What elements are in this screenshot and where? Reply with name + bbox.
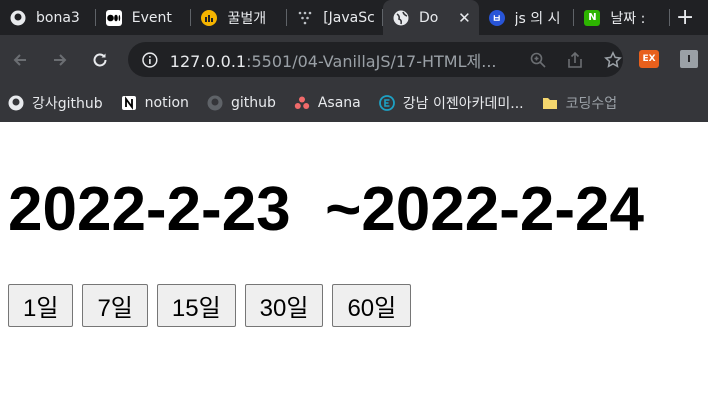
bookmark-asana[interactable]: Asana [294,95,361,111]
tab-event[interactable]: Event [96,0,192,35]
back-arrow-icon [13,53,26,66]
tab-date[interactable]: N 날짜 : [574,0,670,35]
bookmark-label: 강남 이젠아카데미... [402,96,524,112]
reload-button[interactable] [80,40,120,80]
tab-title: [JavaSc [323,9,375,26]
url-host: 127.0.0.1 [169,51,247,71]
bookmark-label: 코딩수업 [565,96,618,112]
extension-i-icon[interactable]: I [680,50,698,68]
bookmark-label: Asana [317,95,361,111]
velog-icon: ㅂ [488,9,505,26]
medium-icon [105,9,122,26]
back-button[interactable] [0,40,40,80]
close-icon[interactable]: ✕ [458,9,471,27]
bee-icon [201,9,218,26]
tab-active[interactable]: Do ✕ [382,0,479,35]
7-day-button[interactable]: 7일 [82,284,148,327]
asana-icon [294,95,310,111]
notion-icon [121,95,137,111]
tab-title: Do [418,9,439,26]
bookmark-star-icon[interactable] [603,50,623,70]
tab-bee[interactable]: 꿀벌개 [191,0,287,35]
bookmark-label: notion [144,95,189,111]
60-day-button[interactable]: 60일 [332,284,412,327]
date-range-heading: 2022-2-23 ~2022-2-24 [8,175,644,244]
new-tab-button[interactable]: + [670,0,700,35]
tab-title: js 의 시 [514,10,561,27]
tab-strip: bona3 Event 꿀벌개 [JavaSc Do ✕ ㅂ js 의 시 N … [0,0,708,35]
zoom-icon[interactable] [528,50,548,70]
tab-javascript[interactable]: [JavaSc [287,0,383,35]
15-day-button[interactable]: 15일 [156,284,236,327]
bookmark-label: 강사github [32,96,103,112]
tab-title: 꿀벌개 [227,10,267,27]
github-icon [207,95,223,111]
bookmark-instructor-github[interactable]: 강사github [8,93,103,113]
1-day-button[interactable]: 1일 [8,284,74,327]
naver-icon: N [584,9,601,26]
url-text: 127.0.0.1:5501/04-VanillaJS/17-HTML제... [170,48,510,72]
tab-title: Event [131,9,172,26]
tab-title: 날짜 : [610,10,646,27]
folder-icon [542,95,558,111]
bookmarks-bar: 강사github notion github Asana 강남 이젠아카데미..… [0,84,708,122]
reload-icon [93,53,107,66]
github-icon [10,10,26,26]
bookmark-ezen-academy[interactable]: 강남 이젠아카데미... [378,93,524,113]
30-day-button[interactable]: 30일 [244,284,324,327]
extension-ex-icon[interactable]: EX [639,50,659,68]
dots-icon [297,10,313,26]
tab-title: bona3 [36,9,80,26]
url-path: :5501/04-VanillaJS/17-HTML제... [246,51,497,71]
bookmark-coding-class[interactable]: 코딩수업 [542,93,618,113]
info-icon[interactable] [142,51,158,68]
bookmark-label: github [230,95,276,111]
bookmark-notion[interactable]: notion [121,95,189,111]
forward-button[interactable] [40,40,80,80]
browser-toolbar: 127.0.0.1:5501/04-VanillaJS/17-HTML제... … [0,35,708,84]
bookmark-github[interactable]: github [207,95,276,111]
ezen-icon [378,95,395,111]
page-content: 2022-2-23 ~2022-2-24 1일 7일 15일 30일 60일 [0,122,708,417]
forward-arrow-icon [54,53,67,66]
github-icon [8,95,24,111]
day-button-group: 1일 7일 15일 30일 60일 [8,284,420,327]
tab-bona3[interactable]: bona3 [0,0,96,35]
globe-icon [393,10,409,26]
address-bar[interactable]: 127.0.0.1:5501/04-VanillaJS/17-HTML제... [128,42,623,77]
share-icon[interactable] [566,50,586,70]
tab-js[interactable]: ㅂ js 의 시 [479,0,575,35]
